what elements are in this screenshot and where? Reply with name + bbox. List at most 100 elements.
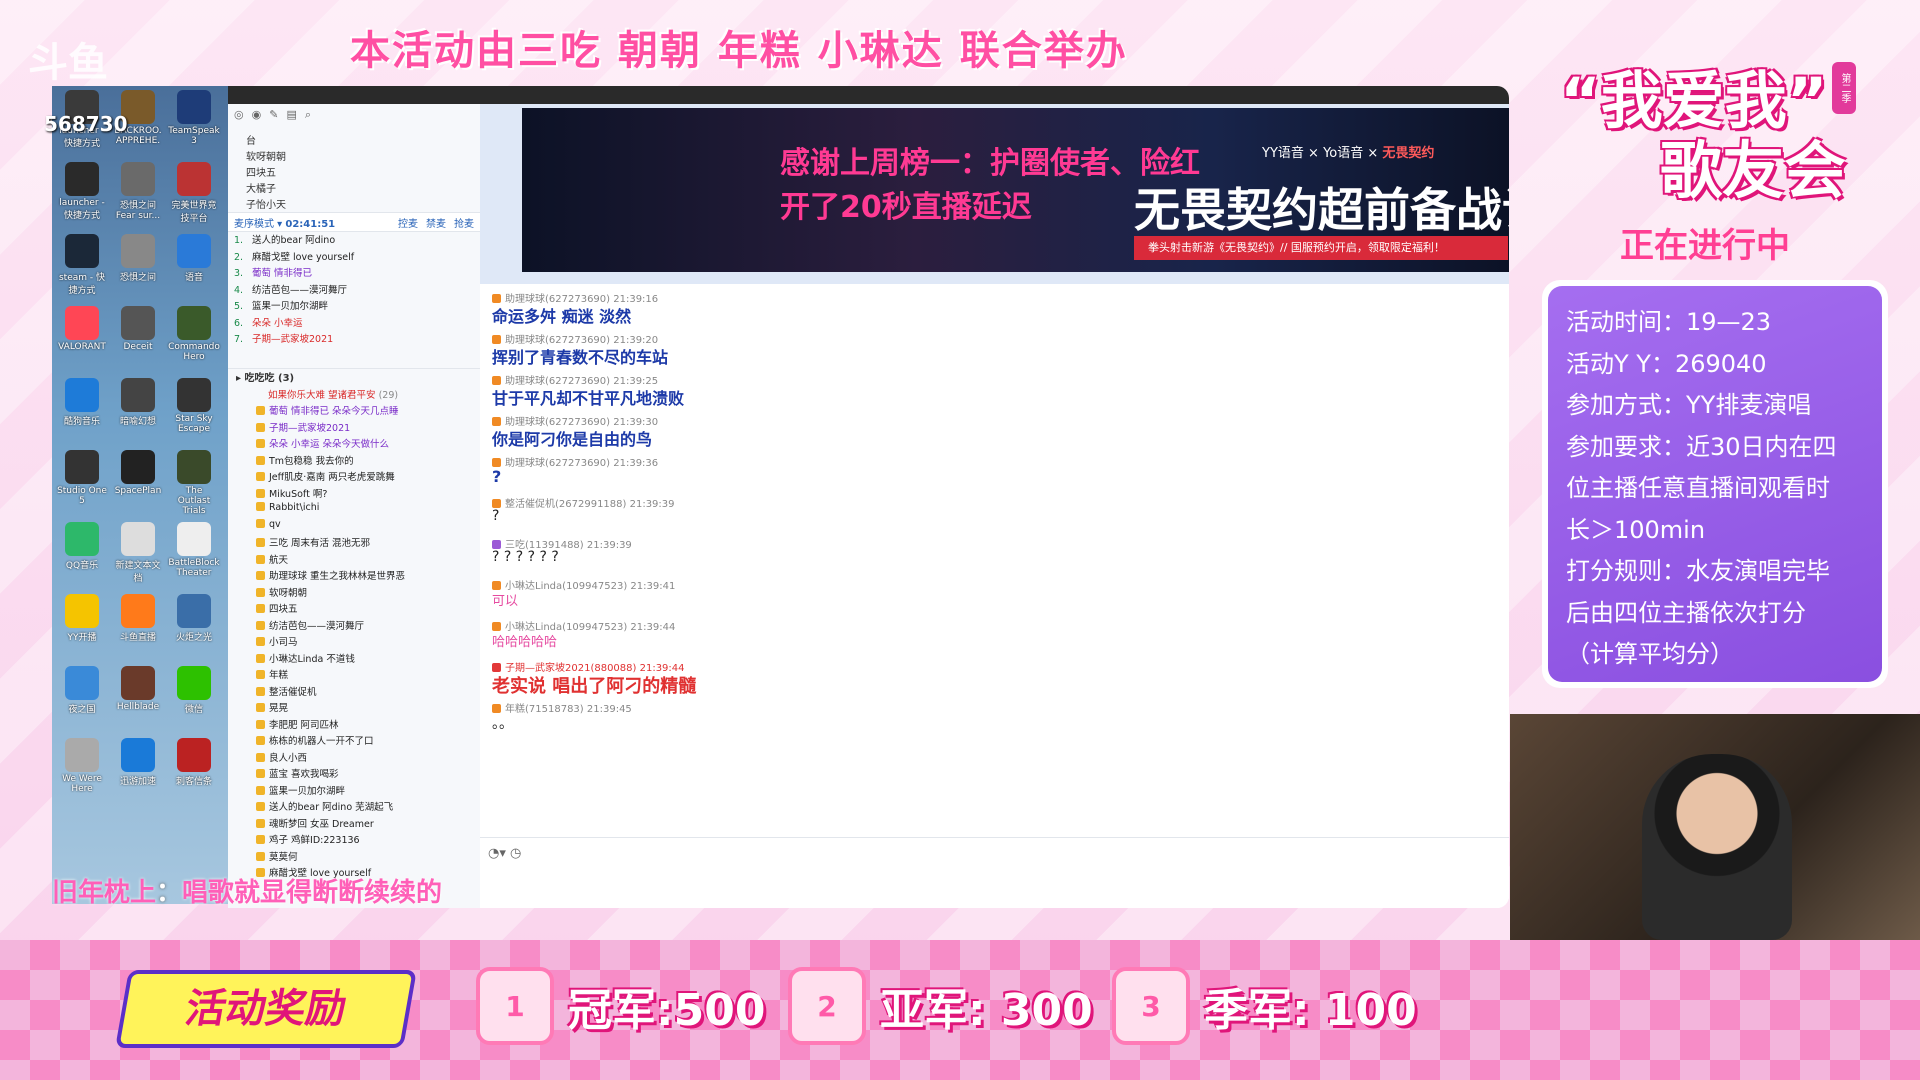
message-sender[interactable]: 小琳达Linda(109947523) 21:39:41 <box>505 581 675 592</box>
desktop-app-icon[interactable]: 微信 <box>168 666 220 715</box>
control-mic-button[interactable]: 控麦 <box>398 215 418 230</box>
user-name: Jeff肌皮·嘉南 两只老虎爱跳舞 <box>269 472 395 483</box>
user-item[interactable]: 葡萄 情非得已 朵朵今天几点睡 <box>228 403 480 420</box>
queue-item[interactable]: 7. 子期—武家坡2021 <box>228 331 480 348</box>
desktop-app-icon[interactable]: Hellblade <box>112 666 164 712</box>
desktop-app-icon[interactable]: 语音 <box>168 234 220 283</box>
desktop-app-icon[interactable]: 刺客信条 <box>168 738 220 787</box>
user-item[interactable]: 鸡子 鸡鲜ID:223136 <box>228 832 480 849</box>
room-item[interactable]: 四块五 <box>228 164 480 180</box>
desktop-app-icon[interactable]: SpacePlan <box>112 450 164 496</box>
ban-mic-button[interactable]: 禁麦 <box>426 215 446 230</box>
input-toolbar[interactable]: ◔▾ ◷ <box>488 846 521 861</box>
app-label: We Were Here <box>62 774 102 794</box>
user-item[interactable]: 年糕 <box>228 667 480 684</box>
queue-item[interactable]: 1. 送人的bear 阿dino <box>228 232 480 249</box>
tool-icon[interactable]: ◎ <box>234 108 244 128</box>
user-item[interactable]: 整活催促机 <box>228 684 480 701</box>
user-item[interactable]: 纺洁芭包——漠河舞厅 <box>228 618 480 635</box>
queue-item[interactable]: 4. 纺洁芭包——漠河舞厅 <box>228 282 480 299</box>
user-item[interactable]: 良人小西 <box>228 750 480 767</box>
user-item[interactable]: 莫莫何 <box>228 849 480 866</box>
desktop-app-icon[interactable]: 夜之国 <box>56 666 108 715</box>
desktop-app-icon[interactable]: 暗喻幻想 <box>112 378 164 427</box>
user-item[interactable]: 蓝宝 喜欢我喝彩 <box>228 766 480 783</box>
user-item[interactable]: Tm包稳稳 我去你的 <box>228 453 480 470</box>
user-item[interactable]: 晃晃 <box>228 700 480 717</box>
desktop-app-icon[interactable]: Commando Hero <box>168 306 220 362</box>
queue-item[interactable]: 5. 篮果一贝加尔湖畔 <box>228 298 480 315</box>
desktop-app-icon[interactable]: launcher - 快捷方式 <box>56 162 108 221</box>
desktop-app-icon[interactable]: Deceit <box>112 306 164 352</box>
room-item[interactable]: 大橘子 <box>228 180 480 196</box>
desktop-app-icon[interactable]: 完美世界竞技平台 <box>168 162 220 224</box>
desktop-app-icon[interactable]: We Were Here <box>56 738 108 794</box>
app-label: Hellblade <box>116 702 160 712</box>
desktop-app-icon[interactable]: TeamSpeak 3 <box>168 90 220 146</box>
user-name: MikuSoft 啊? <box>269 488 328 500</box>
user-item[interactable]: 航天 <box>228 552 480 569</box>
mic-mode-select[interactable]: 麦序模式 <box>234 219 274 230</box>
user-item[interactable]: 魂断梦回 女巫 Dreamer <box>228 816 480 833</box>
user-item[interactable]: 篮果一贝加尔湖畔 <box>228 783 480 800</box>
user-item[interactable]: qv <box>228 518 480 536</box>
desktop-app-icon[interactable]: 新建文本文档 <box>112 522 164 584</box>
message-sender[interactable]: 年糕(71518783) 21:39:45 <box>505 704 632 715</box>
desktop-app-icon[interactable]: YY开播 <box>56 594 108 643</box>
desktop-app-icon[interactable]: VALORANT <box>56 306 108 352</box>
queue-item[interactable]: 3. 葡萄 情非得已 <box>228 265 480 282</box>
queue-user-name: 篮果一贝加尔湖畔 <box>252 301 329 312</box>
user-item[interactable]: 三吃 周末有活 混池无邪 <box>228 535 480 552</box>
rank-badge-icon <box>256 736 265 745</box>
user-item[interactable]: 栋栋的机器人一开不了口 <box>228 733 480 750</box>
app-label: 暗喻幻想 <box>119 417 156 427</box>
user-item[interactable]: Rabbit\ichi <box>228 502 480 519</box>
user-item[interactable]: 李肥肥 阿司匹林 <box>228 717 480 734</box>
user-item[interactable]: 子期—武家坡2021 <box>228 420 480 437</box>
desktop-app-icon[interactable]: 恐惧之间 <box>112 234 164 283</box>
tool-icon[interactable]: ▤ <box>286 108 296 128</box>
desktop-app-icon[interactable]: QQ音乐 <box>56 522 108 571</box>
desktop-app-icon[interactable]: 火炬之光 <box>168 594 220 643</box>
user-item[interactable]: 软呀朝朝 <box>228 585 480 602</box>
user-item[interactable]: 送人的bear 阿dino 芜湖起飞 <box>228 799 480 816</box>
grab-mic-button[interactable]: 抢麦 <box>454 215 474 230</box>
user-item[interactable]: 朵朵 小幸运 朵朵今天做什么 <box>228 436 480 453</box>
user-name: 三吃 周末有活 混池无邪 <box>269 538 371 549</box>
room-item[interactable]: 子怡小天 <box>228 196 480 212</box>
desktop-app-icon[interactable]: Studio One 5 <box>56 450 108 506</box>
user-item[interactable]: MikuSoft 啊? <box>228 486 480 503</box>
tool-icon[interactable]: ✎ <box>269 108 278 128</box>
group-header[interactable]: ▸ 吃吃吃 (3) <box>228 367 480 387</box>
room-item[interactable]: 台 <box>228 132 480 148</box>
rank-badge-icon <box>256 835 265 844</box>
app-icon <box>65 306 99 340</box>
chat-input-area[interactable]: ◔▾ ◷ <box>480 837 1509 908</box>
desktop-app-icon[interactable]: 酷狗音乐 <box>56 378 108 427</box>
tool-icon[interactable]: ◉ <box>252 108 262 128</box>
ad-banner[interactable]: 感谢上周榜一：护圈使者、险红 开了20秒直播延迟 YY语音 × Yo语音 × 无… <box>480 104 1509 284</box>
desktop-background: launcher - 快捷方式 BACKROO. APPREHE. TeamSpea… <box>52 86 228 904</box>
desktop-app-icon[interactable]: 斗鱼直播 <box>112 594 164 643</box>
queue-item[interactable]: 6. 朵朵 小幸运 <box>228 315 480 332</box>
desktop-app-icon[interactable]: 迅游加速 <box>112 738 164 787</box>
desktop-app-icon[interactable]: BattleBlock Theater <box>168 522 220 578</box>
desktop-app-icon[interactable]: Star Sky Escape <box>168 378 220 434</box>
message-sender[interactable]: 整活催促机(2672991188) 21:39:39 <box>505 499 675 510</box>
user-item[interactable]: 小司马 <box>228 634 480 651</box>
search-icon[interactable]: ⌕ <box>305 108 311 128</box>
desktop-app-icon[interactable]: 恐惧之间 Fear sur... <box>112 162 164 221</box>
message-sender[interactable]: 助理球球(627273690) 21:39:36 <box>505 458 658 469</box>
app-icon <box>65 666 99 700</box>
user-name: Rabbit\ichi <box>269 502 320 513</box>
desktop-app-icon[interactable]: The Outlast Trials <box>168 450 220 516</box>
rank-badge-icon <box>256 769 265 778</box>
desktop-app-icon[interactable]: steam - 快捷方式 <box>56 234 108 296</box>
user-item[interactable]: Jeff肌皮·嘉南 两只老虎爱跳舞 <box>228 469 480 486</box>
user-item[interactable]: 小琳达Linda 不道钱 <box>228 651 480 668</box>
app-label: launcher - 快捷方式 <box>59 198 105 221</box>
user-item[interactable]: 四块五 <box>228 601 480 618</box>
room-item[interactable]: 软呀朝朝 <box>228 148 480 164</box>
queue-item[interactable]: 2. 麻醋戈壁 love yourself <box>228 249 480 266</box>
user-item[interactable]: 助理球球 重生之我林林是世界恶 <box>228 568 480 585</box>
